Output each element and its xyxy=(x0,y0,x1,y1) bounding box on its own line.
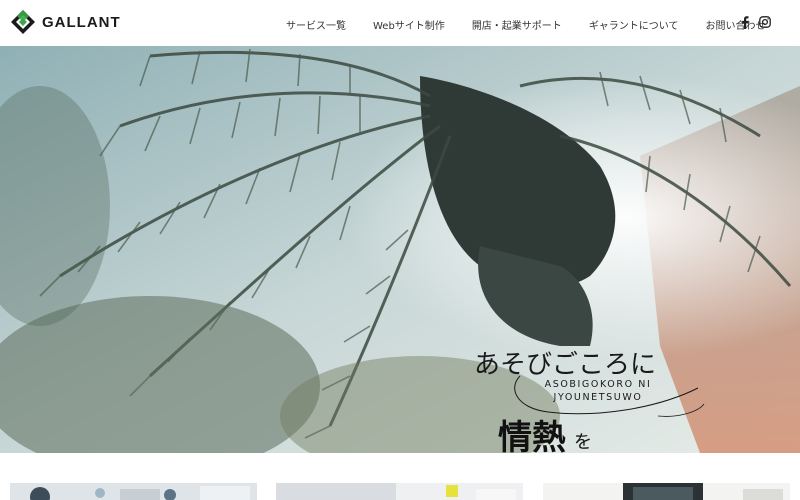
catch-particle-text: を xyxy=(574,432,592,453)
card-3-photo xyxy=(543,483,790,500)
catch-romaji: ASOBIGOKORO NI JYOUNETSUWO xyxy=(518,378,678,404)
catch-passion-text: 情熱 xyxy=(498,418,566,453)
nav-item-about[interactable]: ギャラントについて xyxy=(589,17,679,32)
catch-romaji-line2: JYOUNETSUWO xyxy=(553,392,643,403)
catch-romaji-line1: ASOBIGOKORO NI xyxy=(544,379,652,390)
nav-item-services[interactable]: サービス一覧 xyxy=(286,17,346,32)
instagram-link[interactable] xyxy=(758,15,772,29)
logo-mark-icon xyxy=(11,10,35,34)
nav-item-startup-support[interactable]: 開店・起業サポート xyxy=(472,17,562,32)
instagram-icon xyxy=(759,16,771,28)
facebook-link[interactable] xyxy=(738,15,752,29)
service-cards xyxy=(0,453,800,500)
hero-banner: あそびごころに ASOBIGOKORO NI JYOUNETSUWO 情熱 を xyxy=(0,46,800,453)
brand-name: GALLANT xyxy=(42,13,121,31)
card-1-photo xyxy=(10,483,257,500)
facebook-icon xyxy=(742,15,749,29)
service-card-1[interactable] xyxy=(10,483,257,500)
hero-catchphrase: あそびごころに ASOBIGOKORO NI JYOUNETSUWO 情熱 を xyxy=(470,338,710,453)
card-2-photo xyxy=(276,483,523,500)
brand-logo[interactable]: GALLANT xyxy=(10,9,121,35)
service-card-3[interactable] xyxy=(543,483,790,500)
main-nav: サービス一覧 Webサイト制作 開店・起業サポート ギャラントについて お問い合… xyxy=(286,17,793,32)
nav-item-contact[interactable]: お問い合わせ xyxy=(706,17,766,32)
service-card-2[interactable] xyxy=(276,483,523,500)
nav-item-web-production[interactable]: Webサイト制作 xyxy=(373,17,445,32)
site-header: GALLANT サービス一覧 Webサイト制作 開店・起業サポート ギャラントに… xyxy=(0,0,800,46)
